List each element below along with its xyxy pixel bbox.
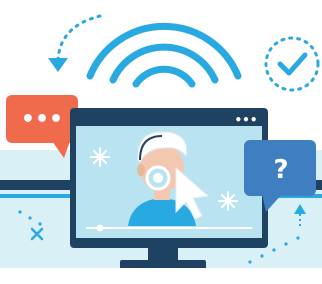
wifi-icon bbox=[86, 22, 242, 88]
refresh-arrow-icon bbox=[48, 14, 102, 72]
question-icon: ? bbox=[273, 155, 288, 185]
online-support-illustration: ••• ••• ? bbox=[0, 14, 322, 284]
window-dots: ••• bbox=[234, 113, 257, 127]
video-progress-knob bbox=[96, 224, 104, 232]
sparkle-icon bbox=[218, 191, 238, 211]
chat-bubble-left: ••• bbox=[6, 95, 78, 158]
sparkle-icon bbox=[90, 147, 110, 167]
headset-icon bbox=[145, 165, 171, 191]
floor-line bbox=[0, 268, 322, 284]
check-circle-icon bbox=[264, 36, 320, 92]
chat-icon: ••• bbox=[21, 107, 63, 132]
